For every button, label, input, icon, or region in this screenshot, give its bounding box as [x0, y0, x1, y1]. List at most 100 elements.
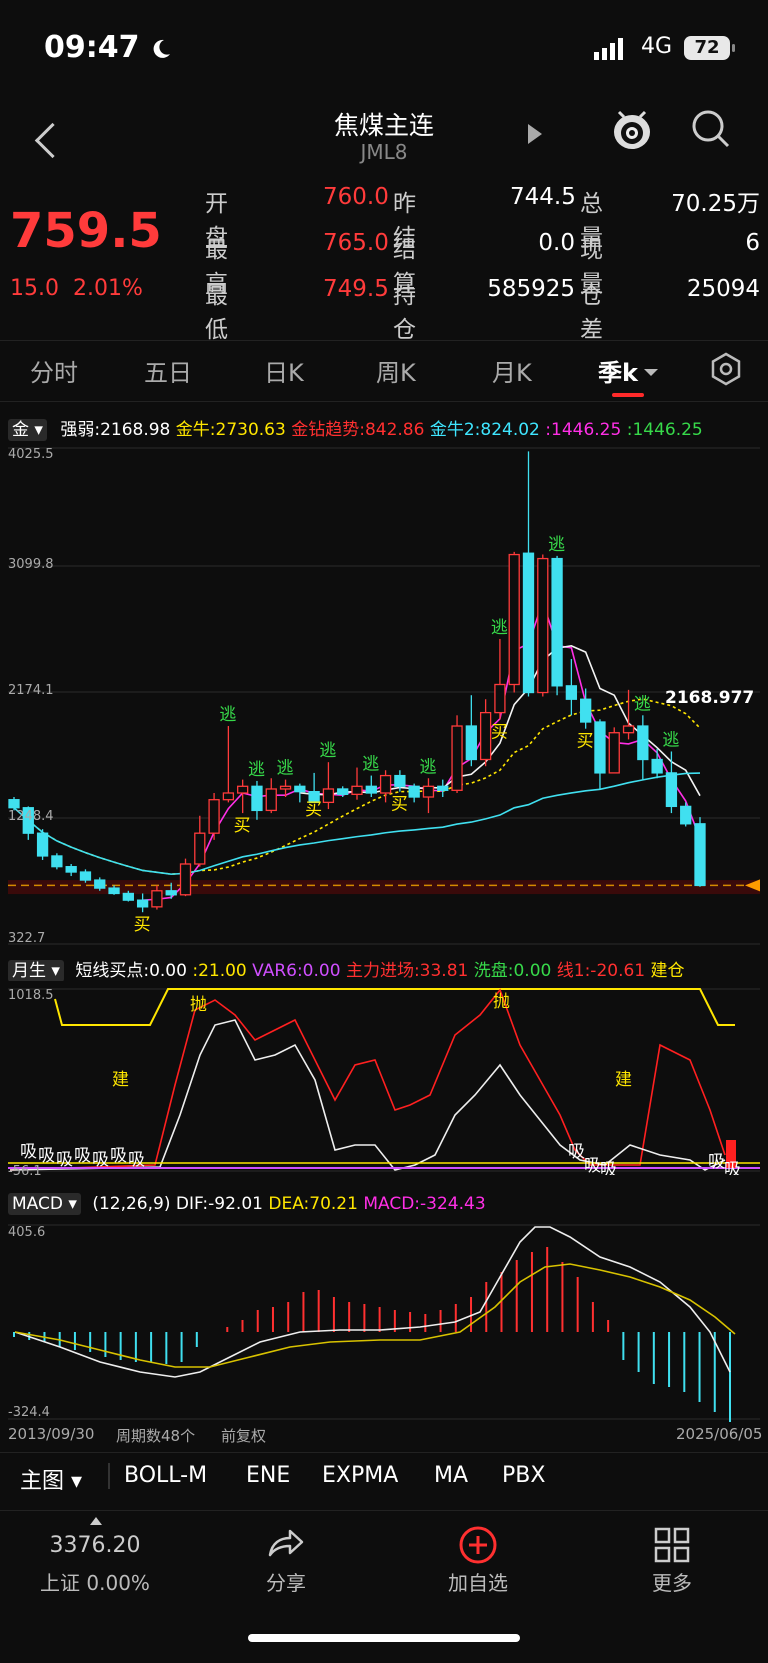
tab-timeshare[interactable]: 分时	[30, 353, 78, 388]
share-icon[interactable]	[266, 1527, 306, 1561]
candle-body	[94, 879, 106, 889]
next-contract-icon[interactable]	[528, 124, 542, 144]
main-indicator-selector[interactable]: 金 ▾	[8, 419, 47, 441]
main-kline-chart[interactable]: 逃逃 逃逃逃 逃逃逃逃逃买买买 买买买 4025.5 3099.8 2174.1 12…	[0, 440, 768, 945]
overlay-ma[interactable]: MA	[434, 1463, 468, 1488]
network-type: 4G	[641, 34, 673, 59]
change-value: 15.0	[10, 276, 59, 301]
candle-body	[494, 683, 506, 714]
candle-body	[508, 553, 520, 686]
legend-item: 洗盘:0.00	[473, 961, 552, 981]
candle-body	[594, 721, 606, 774]
throw-mark: 抛	[493, 992, 510, 1012]
candle-body	[208, 799, 220, 834]
more-button[interactable]: 更多	[622, 1567, 722, 1596]
add-watchlist-icon[interactable]	[458, 1525, 498, 1565]
candle-body	[537, 557, 549, 694]
buy-mark: 买	[577, 732, 594, 752]
tab-monthly[interactable]: 月K	[492, 353, 532, 388]
candle-body	[322, 788, 335, 804]
overlay-ene[interactable]: ENE	[246, 1463, 290, 1488]
overlay-pbx[interactable]: PBX	[502, 1463, 545, 1488]
quote-value: 744.5	[510, 184, 576, 210]
quote-value: 585925	[487, 276, 575, 302]
y-tick: 3099.8	[8, 557, 54, 572]
chevron-down-icon[interactable]	[644, 369, 658, 376]
candle-body	[151, 890, 163, 908]
absorb-mark: 吸	[20, 1142, 37, 1162]
candle-body	[694, 823, 706, 887]
status-bar: 09:47 4G 72	[0, 0, 768, 100]
candle-body	[451, 725, 463, 791]
home-indicator	[248, 1634, 520, 1642]
candle-body	[379, 774, 392, 794]
add-watchlist-button[interactable]: 加自选	[428, 1567, 528, 1596]
buy-mark: 买	[134, 915, 151, 935]
build-mark: 建	[112, 1070, 129, 1090]
candle-body	[65, 866, 77, 873]
overlay-expma[interactable]: EXPMA	[322, 1463, 398, 1488]
macd-selector[interactable]: MACD ▾	[8, 1193, 81, 1215]
candle-body	[136, 899, 149, 908]
candle-body	[394, 774, 406, 787]
legend-item: :1446.25	[626, 420, 703, 440]
index-label[interactable]: 上证 0.00%	[30, 1567, 160, 1596]
candle-body	[622, 725, 635, 734]
escape-mark: 逃	[277, 759, 294, 779]
candle-body	[465, 725, 477, 761]
status-time: 09:47	[44, 30, 140, 65]
candle-body	[665, 772, 678, 808]
mascot-icon[interactable]	[610, 106, 654, 152]
share-button[interactable]: 分享	[236, 1567, 336, 1596]
last-price: 759.5	[10, 203, 162, 259]
absorb-mark: 吸	[584, 1156, 601, 1175]
escape-mark: 逃	[362, 755, 379, 775]
candle-body	[408, 785, 420, 798]
tab-quarterly[interactable]: 季k	[598, 353, 638, 388]
candle-body	[165, 890, 177, 896]
escape-mark: 逃	[491, 618, 508, 638]
tab-weekly[interactable]: 周K	[376, 353, 416, 388]
quote-value: 0.0	[538, 230, 575, 256]
y-tick: 322.7	[8, 931, 45, 945]
absorb-mark: 吸	[708, 1152, 725, 1172]
candle-body	[337, 788, 349, 795]
tab-five-day[interactable]: 五日	[144, 353, 192, 388]
selector-label: MACD	[12, 1194, 63, 1214]
legend-item: 金钻趋势:842.86	[291, 420, 425, 440]
more-grid-icon[interactable]	[654, 1527, 690, 1563]
candle-body	[522, 552, 535, 694]
candle-body	[565, 685, 578, 700]
base-band	[8, 880, 760, 895]
build-mark: 建	[615, 1070, 632, 1090]
quote-value: 749.5	[323, 276, 389, 302]
quote-value: 25094	[686, 276, 760, 302]
candle-body	[8, 799, 20, 809]
candle-body	[551, 557, 563, 687]
escape-mark: 逃	[319, 741, 336, 761]
escape-mark: 逃	[634, 694, 651, 714]
legend-item: 强弱:2168.98	[60, 420, 171, 440]
macd-chart[interactable]: 405.6 -324.4	[0, 1222, 768, 1422]
candle-body	[479, 711, 492, 761]
buy-mark: 买	[391, 795, 408, 815]
bottom-toolbar: 3376.20 上证 0.00% 分享 加自选 更多	[0, 1510, 768, 1611]
nav-bar: 焦煤主连 JML8	[0, 100, 768, 178]
absorb-mark: 吸	[92, 1150, 109, 1170]
y-tick: 1018.5	[8, 988, 54, 1003]
candle-body	[251, 785, 263, 812]
candle-body	[51, 855, 63, 868]
index-value[interactable]: 3376.20	[30, 1533, 160, 1558]
tab-daily[interactable]: 日K	[264, 353, 304, 388]
settings-icon[interactable]	[708, 351, 744, 387]
candle-body	[79, 871, 92, 881]
sub-indicator-chart[interactable]: 1018.5 -56.1 抛 抛 建 建 吸 吸 吸 吸 吸 吸 吸 吸 吸 吸…	[0, 985, 768, 1175]
candle-body	[179, 863, 192, 896]
overlay-boll[interactable]: BOLL-M	[124, 1463, 207, 1488]
main-chart-dropdown[interactable]: 主图 ▾	[20, 1463, 82, 1495]
sub-indicator-selector[interactable]: 月生 ▾	[8, 960, 64, 981]
search-icon[interactable]	[690, 108, 734, 152]
last-value-label: 2168.977	[665, 688, 754, 708]
y-tick: 2174.1	[8, 683, 54, 698]
legend-item: :21.00	[192, 961, 247, 981]
